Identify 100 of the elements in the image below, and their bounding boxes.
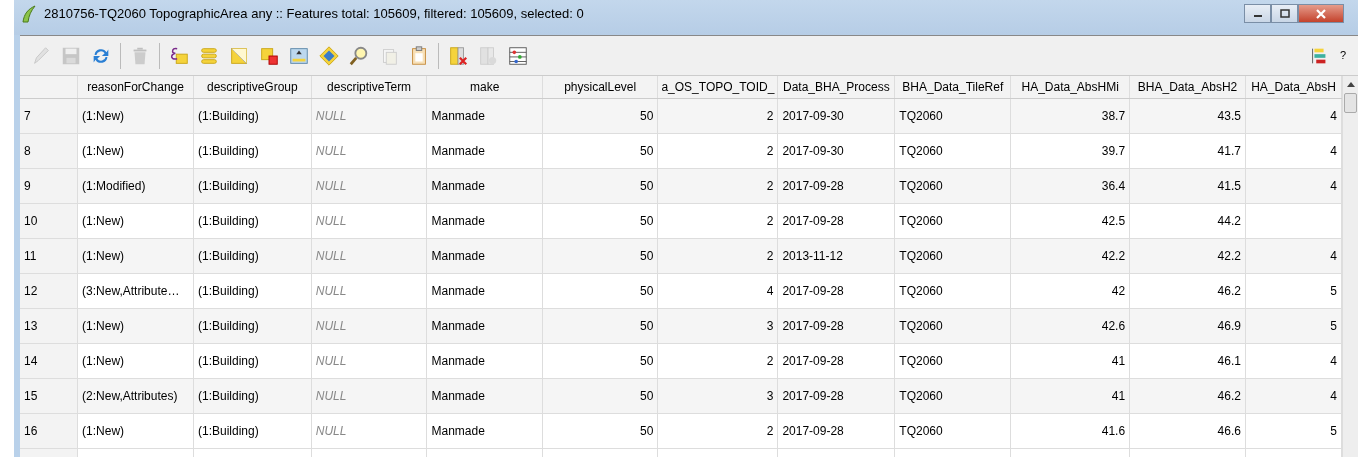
- table-cell: 42.5: [1010, 203, 1130, 238]
- column-header[interactable]: HA_Data_AbsH: [1245, 76, 1342, 98]
- table-cell: TQ2060: [894, 98, 1011, 133]
- row-header[interactable]: 14: [20, 343, 78, 378]
- table-cell: 50: [542, 133, 658, 168]
- column-header[interactable]: BHA_Data_AbsH2: [1129, 76, 1246, 98]
- row-header[interactable]: 8: [20, 133, 78, 168]
- table-cell: NULL: [311, 413, 427, 448]
- table-cell: (1:New): [77, 203, 194, 238]
- table-cell: NULL: [311, 98, 427, 133]
- table-cell: TQ2060: [894, 238, 1011, 273]
- table-cell: 42.2: [1129, 238, 1246, 273]
- scrollbar-thumb[interactable]: [1344, 93, 1357, 113]
- close-icon: [1315, 8, 1327, 19]
- table-cell: Manmade: [426, 413, 543, 448]
- column-header[interactable]: physicalLevel: [542, 76, 658, 98]
- app-icon: [20, 4, 38, 24]
- row-header[interactable]: 16: [20, 413, 78, 448]
- new-column-icon: [477, 44, 499, 67]
- table-cell: 50: [542, 308, 658, 343]
- up-arrow-icon: [1347, 82, 1355, 87]
- table-cell: 46.9: [1129, 308, 1246, 343]
- table-cell: TQ2060: [894, 203, 1011, 238]
- column-header[interactable]: descriptiveTerm: [311, 76, 427, 98]
- table-cell: 46.2: [1129, 273, 1246, 308]
- table-cell: 50: [542, 168, 658, 203]
- table-cell: Manmade: [426, 238, 543, 273]
- table-cell: (1:Building): [193, 133, 312, 168]
- column-header[interactable]: a_OS_TOPO_TOID_: [657, 76, 778, 98]
- table-cell: 46.6: [1129, 413, 1246, 448]
- table-cell: 2017-09-28: [777, 378, 895, 413]
- column-header[interactable]: reasonForChange: [77, 76, 194, 98]
- table-cell: 2017-09-28: [777, 343, 895, 378]
- table-cell: (2:New,Attributes): [77, 378, 194, 413]
- table-cell: TQ2060: [894, 273, 1011, 308]
- table-cell: Manmade: [426, 133, 543, 168]
- table-cell: NULL: [311, 133, 427, 168]
- row-header[interactable]: 15: [20, 378, 78, 413]
- table-cell: NULL: [311, 273, 427, 308]
- table-cell: 3: [657, 308, 778, 343]
- table-cell: 3: [657, 378, 778, 413]
- table-cell: 2017-09-28: [777, 203, 895, 238]
- table-cell: 50: [542, 378, 658, 413]
- table-cell: NULL: [311, 343, 427, 378]
- table-cell: (1:Building): [193, 343, 312, 378]
- help-button[interactable]: ?: [1335, 47, 1350, 64]
- delete-column-icon: [447, 44, 469, 67]
- table-cell: Manmade: [426, 343, 543, 378]
- table-cell: 4: [1245, 238, 1342, 273]
- table-cell: 41.5: [1129, 168, 1246, 203]
- table-cell: 36.4: [1010, 168, 1130, 203]
- table-cell: Manmade: [426, 378, 543, 413]
- row-header[interactable]: 7: [20, 98, 78, 133]
- table-cell: 2013-11-12: [777, 238, 895, 273]
- table-cell: 4: [1245, 168, 1342, 203]
- table-cell: (1:New): [77, 308, 194, 343]
- table-cell: 42.6: [1010, 308, 1130, 343]
- close-button[interactable]: [1298, 4, 1344, 23]
- column-header[interactable]: make: [426, 76, 543, 98]
- table-cell: (1:Building): [193, 98, 312, 133]
- row-header[interactable]: 9: [20, 168, 78, 203]
- table-cell: (1:Modified): [77, 168, 194, 203]
- table-cell: TQ2060: [894, 168, 1011, 203]
- row-header[interactable]: 12: [20, 273, 78, 308]
- table-cell: 4: [1245, 378, 1342, 413]
- table-cell: Manmade: [426, 98, 543, 133]
- table-cell: 2: [657, 238, 778, 273]
- table-cell: (1:Building): [193, 308, 312, 343]
- table-cell: 41.6: [1010, 413, 1130, 448]
- minimize-button[interactable]: [1244, 4, 1271, 23]
- table-cell: 39.7: [1010, 133, 1130, 168]
- table-cell: 5: [1245, 273, 1342, 308]
- table-cell: 4: [1245, 133, 1342, 168]
- scrollbar[interactable]: [1342, 76, 1358, 457]
- table-cell: 4: [657, 273, 778, 308]
- row-header[interactable]: 11: [20, 238, 78, 273]
- column-header[interactable]: HA_Data_AbsHMi: [1010, 76, 1130, 98]
- column-header[interactable]: Data_BHA_Process: [777, 76, 895, 98]
- table-cell: 2: [657, 413, 778, 448]
- table-cell: 43.5: [1129, 98, 1246, 133]
- table-cell: 2: [657, 98, 778, 133]
- table-cell: 2: [657, 203, 778, 238]
- table-cell: 2017-09-28: [777, 308, 895, 343]
- table-cell: 41: [1010, 343, 1130, 378]
- table-cell: 2: [657, 133, 778, 168]
- table-cell: 2017-09-30: [777, 133, 895, 168]
- table-cell: Manmade: [426, 308, 543, 343]
- maximize-button[interactable]: [1271, 4, 1298, 23]
- table-cell: (1:New): [77, 238, 194, 273]
- column-header[interactable]: descriptiveGroup: [193, 76, 312, 98]
- table-cell: (1:Building): [193, 203, 312, 238]
- maximize-icon: [1279, 9, 1290, 18]
- row-header[interactable]: 10: [20, 203, 78, 238]
- table-cell: (3:New,Attribute…: [77, 273, 194, 308]
- table-cell: 50: [542, 343, 658, 378]
- column-header[interactable]: BHA_Data_TileRef: [894, 76, 1011, 98]
- table-cell: 50: [542, 98, 658, 133]
- zoom-icon: [348, 44, 370, 67]
- row-header[interactable]: 13: [20, 308, 78, 343]
- table-cell: (1:New): [77, 133, 194, 168]
